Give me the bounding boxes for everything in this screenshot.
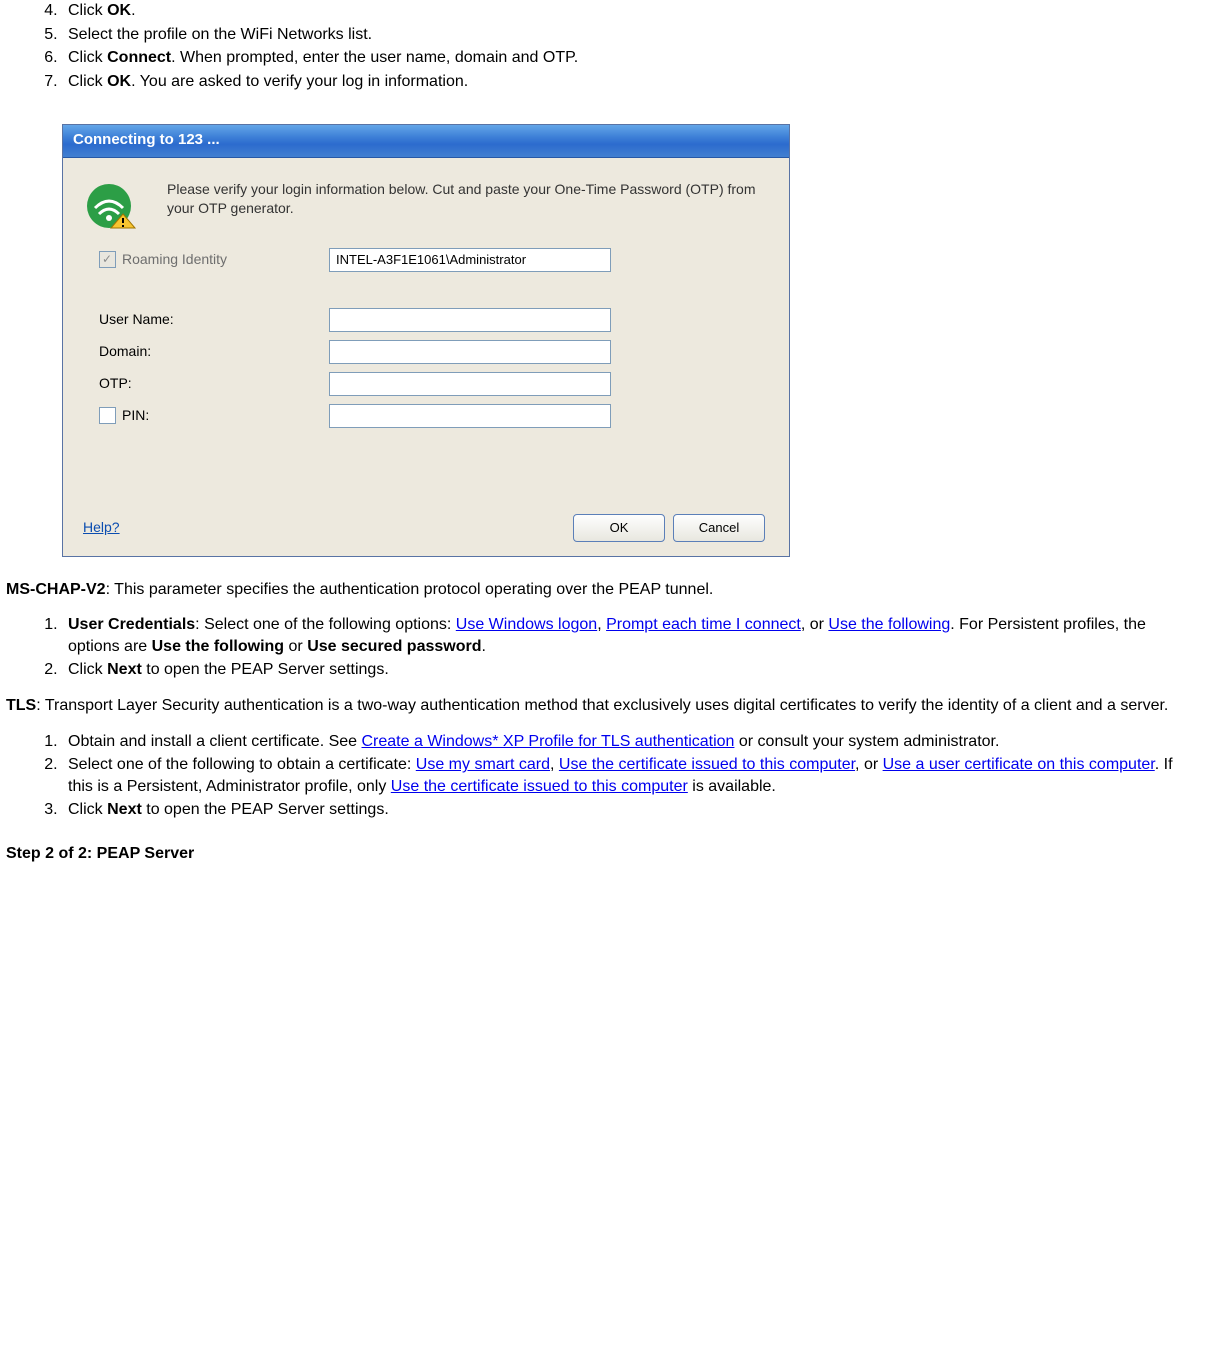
domain-label: Domain: bbox=[99, 342, 151, 361]
help-link[interactable]: Help? bbox=[83, 518, 120, 537]
step-text: Click bbox=[68, 2, 107, 19]
dialog-screenshot: Connecting to 123 ... Please verify your… bbox=[62, 124, 1201, 556]
step-5: Select the profile on the WiFi Networks … bbox=[62, 24, 1201, 46]
tls-heading-rest: : Transport Layer Security authenticatio… bbox=[36, 697, 1168, 714]
mschap-item-2: Click Next to open the PEAP Server setti… bbox=[62, 659, 1201, 681]
tls-paragraph: TLS: Transport Layer Security authentica… bbox=[6, 695, 1201, 717]
roaming-checkbox[interactable]: ✓ bbox=[99, 251, 116, 268]
link-use-smart-card[interactable]: Use my smart card bbox=[416, 756, 550, 773]
username-row: User Name: bbox=[79, 304, 773, 336]
step-post: . bbox=[131, 2, 135, 19]
link-user-cert-computer[interactable]: Use a user certificate on this computer bbox=[883, 756, 1155, 773]
step-6: Click Connect. When prompted, enter the … bbox=[62, 47, 1201, 69]
username-label: User Name: bbox=[99, 310, 174, 329]
link-use-windows-logon[interactable]: Use Windows logon bbox=[456, 616, 597, 633]
mschap-heading: MS-CHAP-V2 bbox=[6, 581, 106, 598]
pin-input[interactable] bbox=[329, 404, 611, 428]
dialog-button-bar: Help? OK Cancel bbox=[79, 492, 773, 546]
step-2-title: Step 2 of 2: PEAP Server bbox=[6, 843, 1201, 865]
tls-item-1: Obtain and install a client certificate.… bbox=[62, 731, 1201, 753]
link-create-xp-profile[interactable]: Create a Windows* XP Profile for TLS aut… bbox=[362, 733, 735, 750]
otp-label: OTP: bbox=[99, 374, 132, 393]
roaming-identity-input[interactable] bbox=[329, 248, 611, 272]
tls-item-2: Select one of the following to obtain a … bbox=[62, 754, 1201, 797]
dialog-info-text: Please verify your login information bel… bbox=[167, 176, 769, 218]
step-7: Click OK. You are asked to verify your l… bbox=[62, 71, 1201, 93]
domain-input[interactable] bbox=[329, 340, 611, 364]
mschap-heading-rest: : This parameter specifies the authentic… bbox=[106, 581, 714, 598]
dialog-titlebar: Connecting to 123 ... bbox=[63, 125, 789, 157]
otp-input[interactable] bbox=[329, 372, 611, 396]
step-text: Click bbox=[68, 49, 107, 66]
cancel-button[interactable]: Cancel bbox=[673, 514, 765, 542]
link-cert-issued-computer[interactable]: Use the certificate issued to this compu… bbox=[559, 756, 855, 773]
link-cert-issued-computer-2[interactable]: Use the certificate issued to this compu… bbox=[391, 778, 688, 795]
dialog-info-row: Please verify your login information bel… bbox=[79, 168, 773, 244]
wifi-warning-icon bbox=[83, 176, 139, 232]
step-text: Select the profile on the WiFi Networks … bbox=[68, 26, 372, 43]
user-credentials-bold: User Credentials bbox=[68, 616, 195, 633]
step-4: Click OK. bbox=[62, 0, 1201, 22]
pin-label: PIN: bbox=[122, 406, 149, 425]
tls-item-3: Click Next to open the PEAP Server setti… bbox=[62, 799, 1201, 821]
step-text: Click bbox=[68, 73, 107, 90]
dialog-body: Please verify your login information bel… bbox=[63, 158, 789, 556]
ok-button[interactable]: OK bbox=[573, 514, 665, 542]
steps-list-top: Click OK. Select the profile on the WiFi… bbox=[6, 0, 1201, 92]
mschap-item-1: User Credentials: Select one of the foll… bbox=[62, 614, 1201, 657]
step-bold: Connect bbox=[107, 49, 171, 66]
tls-list: Obtain and install a client certificate.… bbox=[6, 731, 1201, 821]
step-post: . When prompted, enter the user name, do… bbox=[171, 49, 578, 66]
username-input[interactable] bbox=[329, 308, 611, 332]
roaming-identity-row: ✓ Roaming Identity bbox=[79, 244, 773, 276]
step-bold: OK bbox=[107, 2, 131, 19]
tls-heading: TLS bbox=[6, 697, 36, 714]
domain-row: Domain: bbox=[79, 336, 773, 368]
step-post: . You are asked to verify your log in in… bbox=[131, 73, 468, 90]
mschap-paragraph: MS-CHAP-V2: This parameter specifies the… bbox=[6, 579, 1201, 601]
pin-row: PIN: bbox=[79, 400, 773, 432]
link-use-the-following[interactable]: Use the following bbox=[828, 616, 950, 633]
roaming-label: Roaming Identity bbox=[122, 250, 227, 269]
mschap-list: User Credentials: Select one of the foll… bbox=[6, 614, 1201, 681]
pin-checkbox[interactable] bbox=[99, 407, 116, 424]
connecting-dialog: Connecting to 123 ... Please verify your… bbox=[62, 124, 790, 556]
link-prompt-each-time[interactable]: Prompt each time I connect bbox=[606, 616, 801, 633]
otp-row: OTP: bbox=[79, 368, 773, 400]
step-bold: OK bbox=[107, 73, 131, 90]
